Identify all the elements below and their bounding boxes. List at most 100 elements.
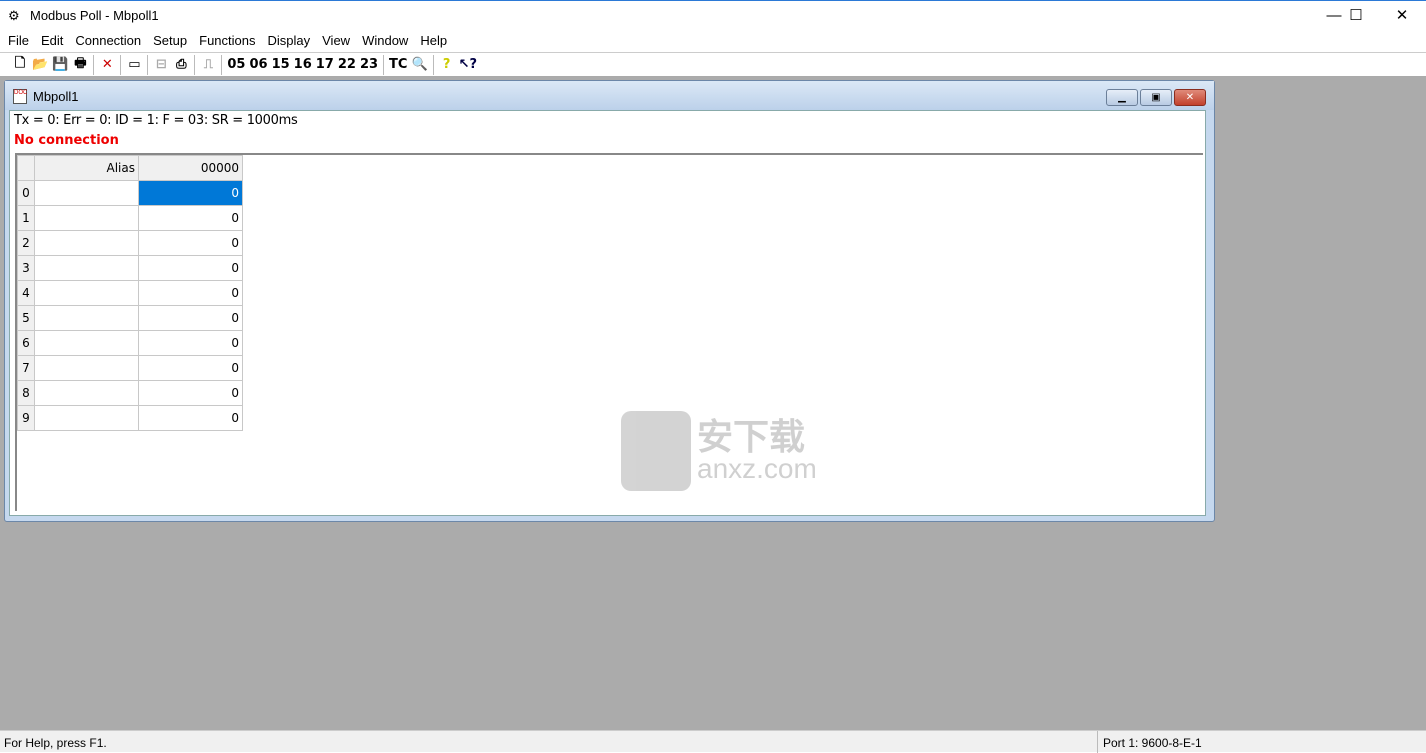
row-index[interactable]: 3 <box>17 255 35 281</box>
grid-header-row: Alias 00000 <box>17 155 243 181</box>
separator <box>120 54 122 75</box>
alias-cell[interactable] <box>34 305 139 331</box>
watermark-logo: 安下载 anxz.com <box>621 411 817 491</box>
function-23-button[interactable]: 23 <box>358 55 380 75</box>
alias-cell[interactable] <box>34 355 139 381</box>
help-icon[interactable]: ? <box>437 55 457 75</box>
print-icon[interactable]: 🖶 <box>70 55 90 75</box>
delete-icon[interactable]: ✕ <box>97 55 117 75</box>
table-row: 10 <box>17 205 243 231</box>
row-index[interactable]: 6 <box>17 330 35 356</box>
separator <box>147 54 149 75</box>
row-index[interactable]: 0 <box>17 180 35 206</box>
table-row: 40 <box>17 280 243 306</box>
status-line: Tx = 0: Err = 0: ID = 1: F = 03: SR = 10… <box>14 113 298 128</box>
separator <box>194 54 196 75</box>
mdi-area: DOC Mbpoll1 ▁ ▣ ✕ Tx = 0: Err = 0: ID = … <box>0 77 1426 730</box>
window-title: Modbus Poll - Mbpoll1 <box>30 8 159 23</box>
traffic-button[interactable]: TC <box>387 55 409 75</box>
address-column-header[interactable]: 00000 <box>138 155 243 181</box>
menu-file[interactable]: File <box>2 30 35 51</box>
alias-cell[interactable] <box>34 280 139 306</box>
alias-cell[interactable] <box>34 330 139 356</box>
status-bar: For Help, press F1. Port 1: 9600-8-E-1 <box>0 730 1426 753</box>
menu-setup[interactable]: Setup <box>147 30 193 51</box>
function-22-button[interactable]: 22 <box>336 55 358 75</box>
row-index[interactable]: 7 <box>17 355 35 381</box>
table-row: 70 <box>17 355 243 381</box>
port-status: Port 1: 9600-8-E-1 <box>1097 731 1404 753</box>
row-index[interactable]: 9 <box>17 405 35 431</box>
separator <box>383 54 385 75</box>
value-cell[interactable]: 0 <box>138 330 243 356</box>
value-cell[interactable]: 0 <box>138 180 243 206</box>
value-cell[interactable]: 0 <box>138 405 243 431</box>
pulse-icon[interactable]: ⎍ <box>198 55 218 75</box>
child-title-bar[interactable]: DOC Mbpoll1 ▁ ▣ ✕ <box>5 81 1214 110</box>
value-cell[interactable]: 0 <box>138 280 243 306</box>
alias-cell[interactable] <box>34 180 139 206</box>
function-16-button[interactable]: 16 <box>292 55 314 75</box>
menu-edit[interactable]: Edit <box>35 30 69 51</box>
context-help-icon[interactable]: ↖? <box>457 55 479 75</box>
alias-cell[interactable] <box>34 230 139 256</box>
menu-window[interactable]: Window <box>356 30 414 51</box>
child-close-button[interactable]: ✕ <box>1174 89 1206 106</box>
alias-column-header[interactable]: Alias <box>34 155 139 181</box>
child-minimize-button[interactable]: ▁ <box>1106 89 1138 106</box>
separator <box>221 54 223 75</box>
separator <box>432 54 434 75</box>
table-row: 30 <box>17 255 243 281</box>
new-icon[interactable]: 🗋 <box>10 55 30 75</box>
child-restore-button[interactable]: ▣ <box>1140 89 1172 106</box>
table-row: 50 <box>17 305 243 331</box>
row-index[interactable]: 5 <box>17 305 35 331</box>
separator <box>93 54 95 75</box>
disconnect-icon[interactable]: ⎙ <box>171 55 191 75</box>
row-index[interactable]: 2 <box>17 230 35 256</box>
menu-connection[interactable]: Connection <box>69 30 147 51</box>
value-cell[interactable]: 0 <box>138 255 243 281</box>
alias-cell[interactable] <box>34 405 139 431</box>
menu-functions[interactable]: Functions <box>193 30 261 51</box>
open-icon[interactable]: 📂 <box>30 55 50 75</box>
alias-cell[interactable] <box>34 380 139 406</box>
function-06-button[interactable]: 06 <box>247 55 269 75</box>
function-05-button[interactable]: 05 <box>225 55 247 75</box>
value-cell[interactable]: 0 <box>138 205 243 231</box>
monitor-icon[interactable]: 🔍 <box>409 55 429 75</box>
table-row: 90 <box>17 405 243 431</box>
document-icon: DOC <box>13 89 27 104</box>
row-index[interactable]: 8 <box>17 380 35 406</box>
table-row: 00 <box>17 180 243 206</box>
close-button[interactable]: ✕ <box>1379 1 1425 31</box>
window-icon[interactable]: ▭ <box>124 55 144 75</box>
connect-icon[interactable]: ⊟ <box>151 55 171 75</box>
title-bar: ⚙ Modbus Poll - Mbpoll1 — ☐ ✕ <box>0 0 1426 30</box>
row-index[interactable]: 1 <box>17 205 35 231</box>
menu-view[interactable]: View <box>316 30 356 51</box>
maximize-button[interactable]: ☐ <box>1333 1 1379 31</box>
table-row: 20 <box>17 230 243 256</box>
help-hint: For Help, press F1. <box>4 736 107 750</box>
row-index[interactable]: 4 <box>17 280 35 306</box>
table-row: 60 <box>17 330 243 356</box>
value-cell[interactable]: 0 <box>138 380 243 406</box>
menu-help[interactable]: Help <box>414 30 453 51</box>
shield-icon <box>621 411 691 491</box>
value-cell[interactable]: 0 <box>138 355 243 381</box>
save-icon[interactable]: 💾 <box>50 55 70 75</box>
app-icon: ⚙ <box>8 8 20 23</box>
alias-cell[interactable] <box>34 255 139 281</box>
table-row: 80 <box>17 380 243 406</box>
corner-cell <box>17 155 35 181</box>
mbpoll-window: DOC Mbpoll1 ▁ ▣ ✕ Tx = 0: Err = 0: ID = … <box>4 80 1215 522</box>
value-cell[interactable]: 0 <box>138 230 243 256</box>
value-cell[interactable]: 0 <box>138 305 243 331</box>
alias-cell[interactable] <box>34 205 139 231</box>
child-title: Mbpoll1 <box>33 89 79 104</box>
connection-status: No connection <box>14 133 119 148</box>
menu-display[interactable]: Display <box>262 30 317 51</box>
function-17-button[interactable]: 17 <box>314 55 336 75</box>
function-15-button[interactable]: 15 <box>270 55 292 75</box>
